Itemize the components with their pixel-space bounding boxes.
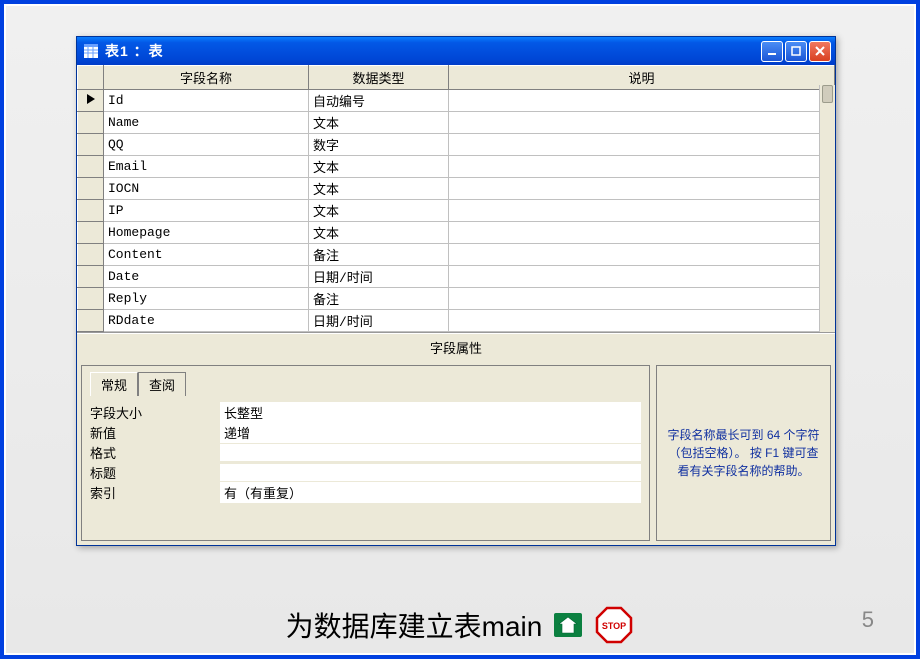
- row-selector[interactable]: [78, 134, 104, 156]
- cell-description[interactable]: [449, 200, 835, 222]
- table-design-window: 表1 ：表 字: [76, 36, 836, 546]
- row-selector[interactable]: [78, 310, 104, 332]
- home-icon[interactable]: [554, 613, 582, 637]
- minimize-button[interactable]: [761, 41, 783, 62]
- field-grid: 字段名称 数据类型 说明 Id自动编号Name文本QQ数字Email文本IOCN…: [77, 65, 835, 333]
- current-row-arrow-icon: [87, 94, 95, 104]
- prop-value[interactable]: 长整型: [220, 402, 641, 423]
- row-selector[interactable]: [78, 222, 104, 244]
- cell-field-name[interactable]: RDdate: [104, 310, 309, 332]
- row-selector[interactable]: [78, 156, 104, 178]
- prop-format[interactable]: 格式: [90, 442, 641, 462]
- prop-label: 格式: [90, 443, 220, 462]
- table-row[interactable]: QQ数字: [78, 134, 835, 156]
- cell-field-name[interactable]: Id: [104, 90, 309, 112]
- prop-caption[interactable]: 标题: [90, 462, 641, 482]
- cell-data-type[interactable]: 数字: [309, 134, 449, 156]
- cell-field-name[interactable]: QQ: [104, 134, 309, 156]
- prop-new-value[interactable]: 新值 递增: [90, 422, 641, 442]
- cell-description[interactable]: [449, 134, 835, 156]
- table-row[interactable]: Content备注: [78, 244, 835, 266]
- row-selector[interactable]: [78, 266, 104, 288]
- table-row[interactable]: IP文本: [78, 200, 835, 222]
- tab-lookup[interactable]: 查阅: [138, 372, 186, 396]
- table-row[interactable]: IOCN文本: [78, 178, 835, 200]
- row-selector[interactable]: [78, 244, 104, 266]
- header-description[interactable]: 说明: [449, 66, 835, 90]
- header-datatype[interactable]: 数据类型: [309, 66, 449, 90]
- prop-value[interactable]: [220, 444, 641, 461]
- table-row[interactable]: Homepage文本: [78, 222, 835, 244]
- cell-description[interactable]: [449, 178, 835, 200]
- cell-description[interactable]: [449, 288, 835, 310]
- prop-value[interactable]: 有（有重复）: [220, 482, 641, 503]
- row-selector[interactable]: [78, 288, 104, 310]
- window-title: 表1 ：表: [105, 41, 761, 61]
- cell-field-name[interactable]: Reply: [104, 288, 309, 310]
- cell-description[interactable]: [449, 112, 835, 134]
- cell-data-type[interactable]: 文本: [309, 112, 449, 134]
- row-selector[interactable]: [78, 112, 104, 134]
- cell-data-type[interactable]: 日期/时间: [309, 310, 449, 332]
- tab-general[interactable]: 常规: [90, 372, 138, 396]
- titlebar[interactable]: 表1 ：表: [77, 37, 835, 65]
- header-fieldname[interactable]: 字段名称: [104, 66, 309, 90]
- slide-caption: 为数据库建立表main: [286, 605, 543, 645]
- row-selector[interactable]: [78, 200, 104, 222]
- help-text: 字段名称最长可到 64 个字符（包括空格）。 按 F1 键可查看有关字段名称的帮…: [667, 426, 820, 480]
- cell-field-name[interactable]: IP: [104, 200, 309, 222]
- prop-label: 新值: [90, 423, 220, 442]
- table-icon: [83, 43, 99, 59]
- field-properties-label: 字段属性: [77, 333, 835, 361]
- vertical-scrollbar[interactable]: [819, 85, 835, 332]
- prop-value[interactable]: 递增: [220, 422, 641, 443]
- cell-description[interactable]: [449, 244, 835, 266]
- svg-text:STOP: STOP: [602, 621, 626, 631]
- properties-panel: 常规 查阅 字段大小 长整型 新值 递增 格式 标题: [81, 365, 650, 541]
- page-number: 5: [862, 607, 874, 633]
- cell-description[interactable]: [449, 222, 835, 244]
- cell-description[interactable]: [449, 90, 835, 112]
- prop-field-size[interactable]: 字段大小 长整型: [90, 402, 641, 422]
- cell-data-type[interactable]: 自动编号: [309, 90, 449, 112]
- cell-data-type[interactable]: 文本: [309, 156, 449, 178]
- cell-field-name[interactable]: Date: [104, 266, 309, 288]
- prop-label: 索引: [90, 483, 220, 502]
- cell-description[interactable]: [449, 266, 835, 288]
- table-row[interactable]: RDdate日期/时间: [78, 310, 835, 332]
- table-row[interactable]: Id自动编号: [78, 90, 835, 112]
- row-selector[interactable]: [78, 178, 104, 200]
- table-row[interactable]: Reply备注: [78, 288, 835, 310]
- header-selector: [78, 66, 104, 90]
- prop-label: 字段大小: [90, 403, 220, 422]
- prop-indexed[interactable]: 索引 有（有重复）: [90, 482, 641, 502]
- cell-data-type[interactable]: 备注: [309, 288, 449, 310]
- table-row[interactable]: Email文本: [78, 156, 835, 178]
- cell-data-type[interactable]: 备注: [309, 244, 449, 266]
- cell-field-name[interactable]: IOCN: [104, 178, 309, 200]
- cell-data-type[interactable]: 文本: [309, 178, 449, 200]
- cell-field-name[interactable]: Email: [104, 156, 309, 178]
- cell-description[interactable]: [449, 156, 835, 178]
- prop-label: 标题: [90, 463, 220, 482]
- cell-data-type[interactable]: 文本: [309, 200, 449, 222]
- cell-description[interactable]: [449, 310, 835, 332]
- cell-data-type[interactable]: 日期/时间: [309, 266, 449, 288]
- help-pane: 字段名称最长可到 64 个字符（包括空格）。 按 F1 键可查看有关字段名称的帮…: [656, 365, 831, 541]
- table-row[interactable]: Date日期/时间: [78, 266, 835, 288]
- row-selector[interactable]: [78, 90, 104, 112]
- scrollbar-thumb[interactable]: [822, 85, 833, 103]
- stop-icon[interactable]: STOP: [594, 605, 634, 645]
- prop-value[interactable]: [220, 464, 641, 481]
- cell-field-name[interactable]: Name: [104, 112, 309, 134]
- table-row[interactable]: Name文本: [78, 112, 835, 134]
- cell-field-name[interactable]: Homepage: [104, 222, 309, 244]
- close-button[interactable]: [809, 41, 831, 62]
- cell-field-name[interactable]: Content: [104, 244, 309, 266]
- cell-data-type[interactable]: 文本: [309, 222, 449, 244]
- maximize-button[interactable]: [785, 41, 807, 62]
